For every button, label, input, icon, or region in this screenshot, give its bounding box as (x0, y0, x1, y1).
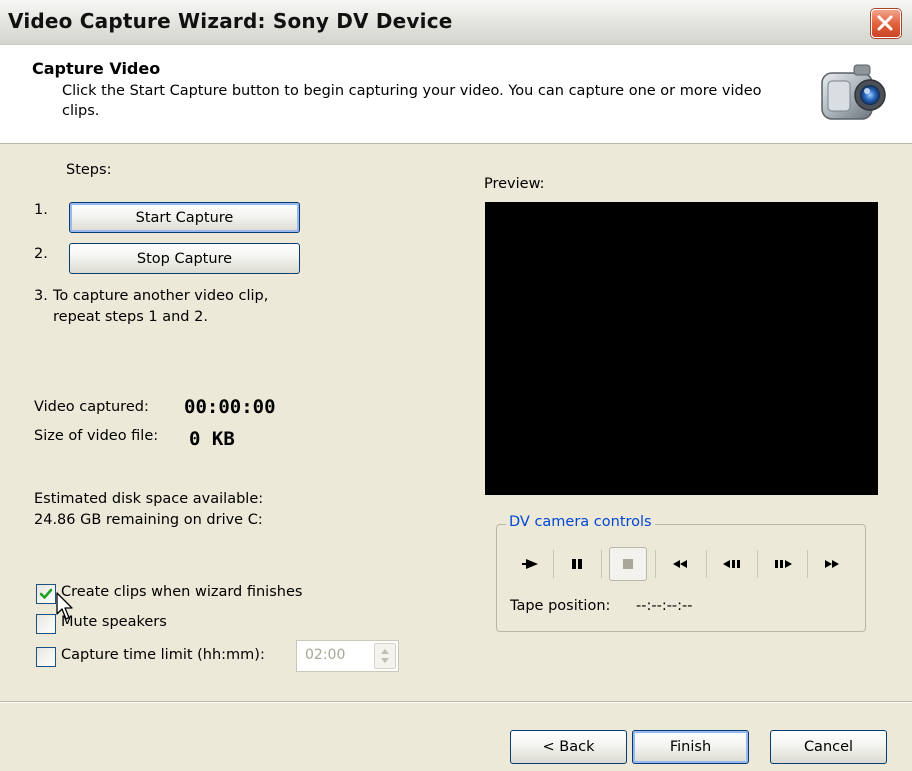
video-preview (485, 202, 878, 495)
step3-text-line1: To capture another video clip, (53, 288, 269, 304)
step3-text-line2: repeat steps 1 and 2. (53, 309, 208, 325)
finish-button[interactable]: Finish (632, 730, 749, 764)
video-captured-label: Video captured: (34, 399, 149, 415)
divider (807, 550, 808, 578)
spinner-arrows[interactable] (374, 643, 396, 669)
create-clips-label[interactable]: Create clips when wizard finishes (61, 584, 302, 600)
dv-play-button[interactable] (507, 547, 553, 581)
step1-number: 1. (34, 202, 48, 218)
close-button[interactable] (871, 9, 901, 38)
fast-forward-icon (825, 560, 839, 568)
step3-number: 3. (34, 288, 48, 304)
divider (757, 550, 758, 578)
video-captured-value: 00:00:00 (184, 396, 276, 418)
wizard-footer: < Back Finish Cancel (0, 703, 912, 771)
rewind-icon (673, 560, 687, 568)
dv-rewind-button[interactable] (657, 547, 703, 581)
step-forward-icon (775, 560, 792, 568)
checkmark-icon (39, 588, 53, 599)
mouse-cursor-icon (56, 592, 73, 620)
dv-step-forward-button[interactable] (760, 547, 806, 581)
dv-controls-label: DV camera controls (506, 514, 655, 530)
camcorder-icon (821, 64, 886, 120)
time-limit-checkbox[interactable] (36, 647, 56, 667)
page-description: Click the Start Capture button to begin … (62, 83, 762, 119)
pause-icon (572, 559, 582, 569)
wizard-window: Video Capture Wizard: Sony DV Device Cap… (0, 0, 912, 771)
divider (706, 550, 707, 578)
wizard-header: Capture Video Click the Start Capture bu… (0, 45, 912, 144)
dv-fast-forward-button[interactable] (809, 547, 855, 581)
disk-space-label: Estimated disk space available: (34, 491, 264, 507)
dv-stop-button[interactable] (609, 547, 647, 581)
steps-label: Steps: (66, 162, 112, 178)
time-limit-spinner[interactable]: 02:00 (296, 640, 399, 672)
dv-step-back-button[interactable] (709, 547, 755, 581)
tape-position-value: --:--:--:-- (636, 598, 693, 614)
stop-icon (623, 559, 633, 569)
time-limit-value: 02:00 (305, 647, 346, 663)
divider (655, 550, 656, 578)
create-clips-checkbox[interactable] (36, 584, 56, 604)
start-capture-button[interactable]: Start Capture (69, 202, 300, 233)
play-icon (522, 559, 538, 569)
page-title: Capture Video (32, 59, 161, 78)
stop-capture-button[interactable]: Stop Capture (69, 243, 300, 274)
file-size-value: 0 KB (189, 428, 235, 450)
back-button[interactable]: < Back (510, 730, 627, 764)
mute-speakers-label[interactable]: Mute speakers (61, 614, 167, 630)
close-icon (877, 15, 893, 31)
step2-number: 2. (34, 246, 48, 262)
tape-position-label: Tape position: (510, 598, 611, 614)
step-back-icon (723, 560, 740, 568)
preview-label: Preview: (484, 176, 545, 192)
divider (601, 550, 602, 578)
disk-space-value: 24.86 GB remaining on drive C: (34, 512, 263, 528)
file-size-label: Size of video file: (34, 428, 159, 444)
up-down-arrows-icon (381, 649, 389, 663)
cancel-button[interactable]: Cancel (770, 730, 887, 764)
mute-speakers-checkbox[interactable] (36, 614, 56, 634)
window-title: Video Capture Wizard: Sony DV Device (8, 9, 453, 33)
wizard-body: Steps: 1. Start Capture 2. Stop Capture … (0, 144, 912, 701)
time-limit-label[interactable]: Capture time limit (hh:mm): (61, 647, 265, 663)
dv-pause-button[interactable] (554, 547, 600, 581)
title-bar[interactable]: Video Capture Wizard: Sony DV Device (0, 0, 912, 45)
